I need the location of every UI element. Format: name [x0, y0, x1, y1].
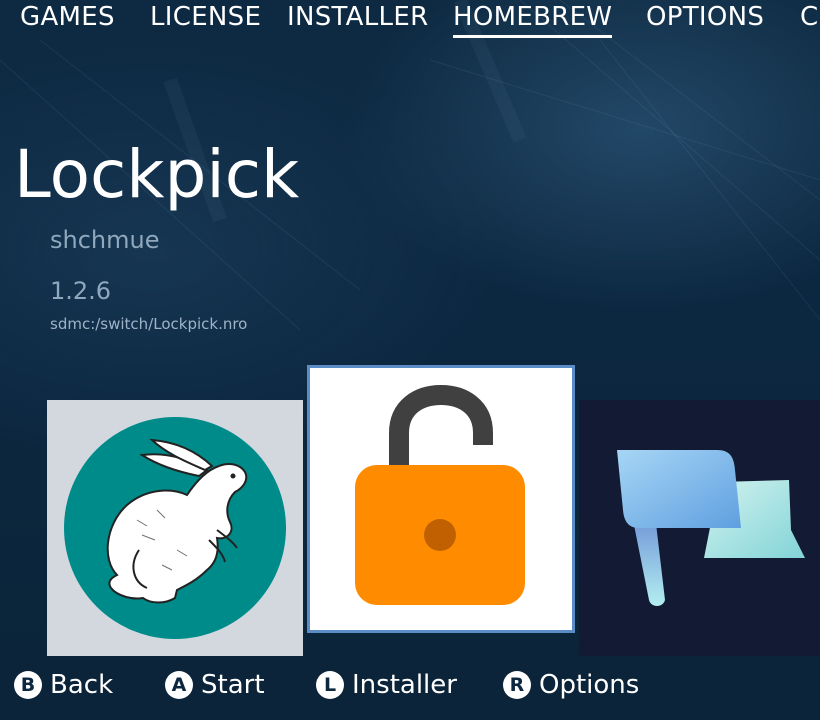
- start-label: Start: [201, 670, 265, 700]
- installer-label: Installer: [352, 670, 457, 700]
- back-hint[interactable]: B Back: [14, 670, 113, 700]
- tab-license[interactable]: LICENSE: [150, 2, 261, 32]
- app-tile-flag[interactable]: [579, 400, 820, 656]
- a-button-icon: A: [165, 671, 193, 699]
- b-button-icon: B: [14, 671, 42, 699]
- app-path: sdmc:/switch/Lockpick.nro: [50, 315, 248, 333]
- top-tab-bar: GAMES LICENSE INSTALLER HOMEBREW OPTIONS…: [0, 0, 820, 44]
- options-hint[interactable]: R Options: [503, 670, 639, 700]
- tab-partial[interactable]: C: [800, 2, 818, 32]
- controls-bar: B Back A Start L Installer R Options: [0, 670, 820, 710]
- rabbit-icon: [64, 417, 286, 639]
- tab-homebrew[interactable]: HOMEBREW: [453, 2, 613, 38]
- start-hint[interactable]: A Start: [165, 670, 265, 700]
- flag-icon: [617, 450, 805, 606]
- options-label: Options: [539, 670, 640, 700]
- tab-installer[interactable]: INSTALLER: [287, 2, 428, 32]
- l-button-icon: L: [316, 671, 344, 699]
- app-tile-lockpick[interactable]: [307, 365, 575, 633]
- tab-options[interactable]: OPTIONS: [646, 2, 764, 32]
- app-tile-rabbit[interactable]: [47, 400, 303, 656]
- app-version: 1.2.6: [50, 277, 112, 305]
- installer-hint[interactable]: L Installer: [316, 670, 457, 700]
- back-label: Back: [50, 670, 114, 700]
- app-author: shchmue: [50, 226, 160, 254]
- r-button-icon: R: [503, 671, 531, 699]
- app-title: Lockpick: [14, 136, 300, 213]
- open-padlock-icon: [355, 384, 525, 605]
- tab-games[interactable]: GAMES: [20, 2, 115, 32]
